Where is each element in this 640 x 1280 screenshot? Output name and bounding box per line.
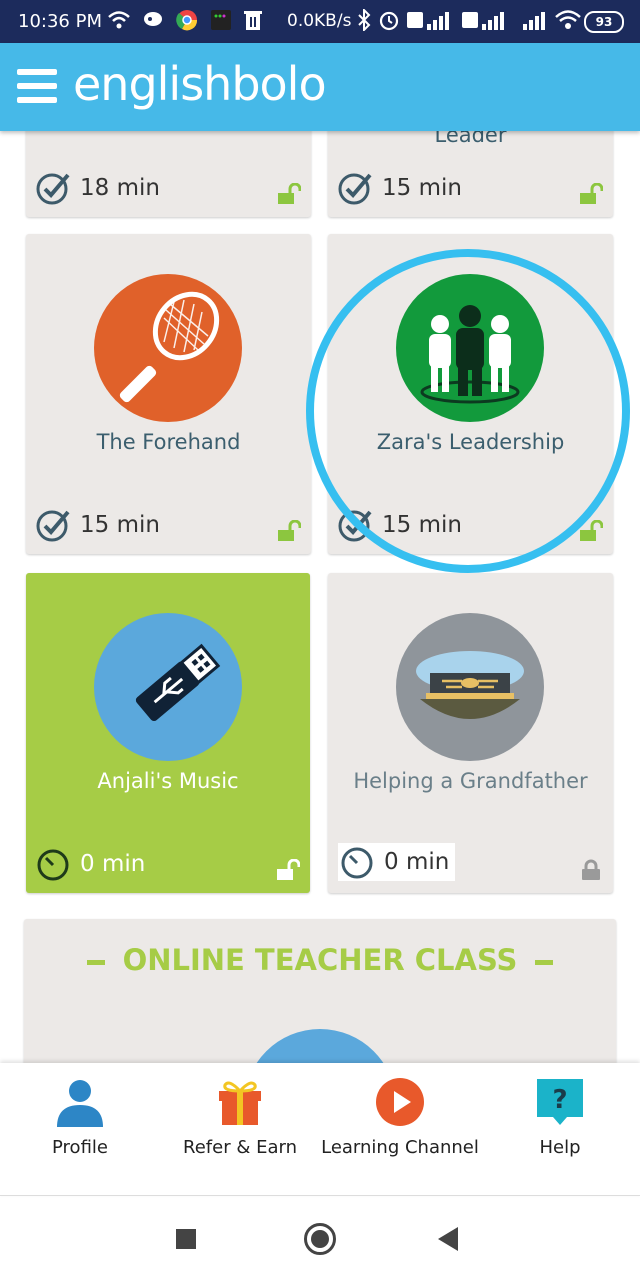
bottom-nav: Profile Refer & Earn Learning Channel ? …: [0, 1063, 640, 1196]
brand-logo: englishbolo: [73, 57, 327, 111]
menu-icon[interactable]: [17, 69, 57, 103]
dash-decoration: [86, 959, 105, 965]
unlock-icon: [277, 859, 300, 880]
volte-signal-icon: [407, 12, 449, 30]
duration-label: 15 min: [382, 512, 462, 538]
chrome-icon: [176, 10, 198, 31]
online-teacher-class-card[interactable]: ONLINE TEACHER CLASS: [24, 919, 616, 1063]
online-class-title: ONLINE TEACHER CLASS: [24, 943, 616, 977]
profile-icon: [57, 1080, 103, 1127]
nav-refer-earn[interactable]: Refer & Earn: [160, 1063, 320, 1195]
home-button-dot: [311, 1230, 329, 1248]
nav-help[interactable]: ? Help: [480, 1063, 640, 1195]
check-clock-icon: [338, 173, 372, 205]
teacher-image: [244, 1029, 396, 1063]
back-button[interactable]: [438, 1227, 460, 1251]
lesson-grid: 18 min Leader 15 min The Forehand 15 min…: [0, 131, 640, 1063]
unlock-icon: [278, 183, 301, 204]
dash-decoration: [535, 959, 554, 965]
app-bar: englishbolo: [0, 43, 640, 131]
lesson-card[interactable]: The Forehand 15 min: [26, 234, 311, 554]
network-speed: 0.0KB/s: [287, 11, 352, 31]
lesson-title: Helping a Grandfather: [353, 769, 588, 793]
timer-icon: [341, 847, 373, 879]
unlock-icon: [580, 520, 603, 541]
bluetooth-icon: [358, 9, 371, 31]
duration-label: 15 min: [382, 175, 462, 201]
lesson-title: Anjali's Music: [97, 769, 239, 793]
help-icon: ?: [537, 1079, 583, 1125]
lesson-card[interactable]: Leader 15 min: [328, 131, 613, 217]
wifi-strength-icon: [555, 10, 581, 29]
lesson-card-locked[interactable]: Helping a Grandfather 0 min: [328, 573, 613, 893]
status-time: 10:36 PM: [18, 11, 102, 32]
online-class-label: ONLINE TEACHER CLASS: [122, 943, 518, 977]
status-bar: 10:36 PM 0.0KB/s 93: [0, 0, 640, 43]
pilot-cap-icon: [416, 651, 524, 719]
status-icons-right: [357, 9, 582, 31]
lesson-image: [396, 613, 544, 761]
recents-button[interactable]: [176, 1229, 196, 1249]
group-leader-icon: [420, 305, 520, 404]
lock-icon: [582, 859, 600, 880]
wifi-icon: [108, 11, 130, 29]
nav-label: Refer & Earn: [183, 1137, 297, 1158]
unlock-icon: [580, 183, 603, 204]
lesson-image: [94, 274, 242, 422]
nav-profile[interactable]: Profile: [0, 1063, 160, 1195]
lesson-image: [94, 613, 242, 761]
check-clock-icon: [338, 510, 372, 542]
timer-icon: [37, 849, 69, 881]
lesson-duration: 15 min: [338, 171, 462, 205]
chat-bubble-icon: [144, 12, 162, 26]
status-icons-left: [108, 9, 262, 31]
volte-signal-icon-2: [462, 12, 504, 30]
lesson-title: Leader: [434, 131, 507, 147]
lesson-duration: 15 min: [338, 508, 462, 542]
nav-label: Profile: [52, 1137, 108, 1158]
signal-4g-icon: [523, 12, 545, 30]
nav-label: Help: [539, 1137, 581, 1158]
alarm-icon: [379, 11, 399, 31]
duration-label: 15 min: [80, 512, 160, 538]
check-clock-icon: [36, 173, 70, 205]
lesson-card[interactable]: Zara's Leadership 15 min: [328, 234, 613, 554]
nav-label: Learning Channel: [321, 1137, 479, 1158]
tennis-racket-icon: [119, 291, 220, 403]
unlock-icon: [278, 520, 301, 541]
svg-text:?: ?: [552, 1085, 567, 1115]
duration-label: 0 min: [384, 849, 450, 875]
lesson-title: Zara's Leadership: [376, 430, 565, 454]
lesson-title: The Forehand: [96, 430, 241, 454]
nav-learning-channel[interactable]: Learning Channel: [320, 1063, 480, 1195]
check-clock-icon: [36, 510, 70, 542]
lesson-card[interactable]: 18 min: [26, 131, 311, 217]
lesson-card-active[interactable]: Anjali's Music 0 min: [26, 573, 310, 893]
home-button[interactable]: [304, 1223, 336, 1255]
lesson-duration: 0 min: [338, 843, 456, 881]
gift-icon: [219, 1081, 261, 1125]
duration-label: 0 min: [80, 851, 146, 877]
duration-label: 18 min: [80, 175, 160, 201]
system-nav-bar: [0, 1195, 640, 1280]
battery-icon: 93: [584, 11, 624, 33]
lesson-image: [396, 274, 544, 422]
lesson-duration: 15 min: [36, 508, 160, 542]
play-icon: [376, 1078, 424, 1126]
lesson-duration: 18 min: [36, 171, 160, 205]
trash-icon: [244, 11, 262, 30]
terminal-icon: [211, 10, 231, 30]
usb-drive-icon: [135, 643, 221, 722]
lesson-duration: 0 min: [36, 847, 145, 881]
